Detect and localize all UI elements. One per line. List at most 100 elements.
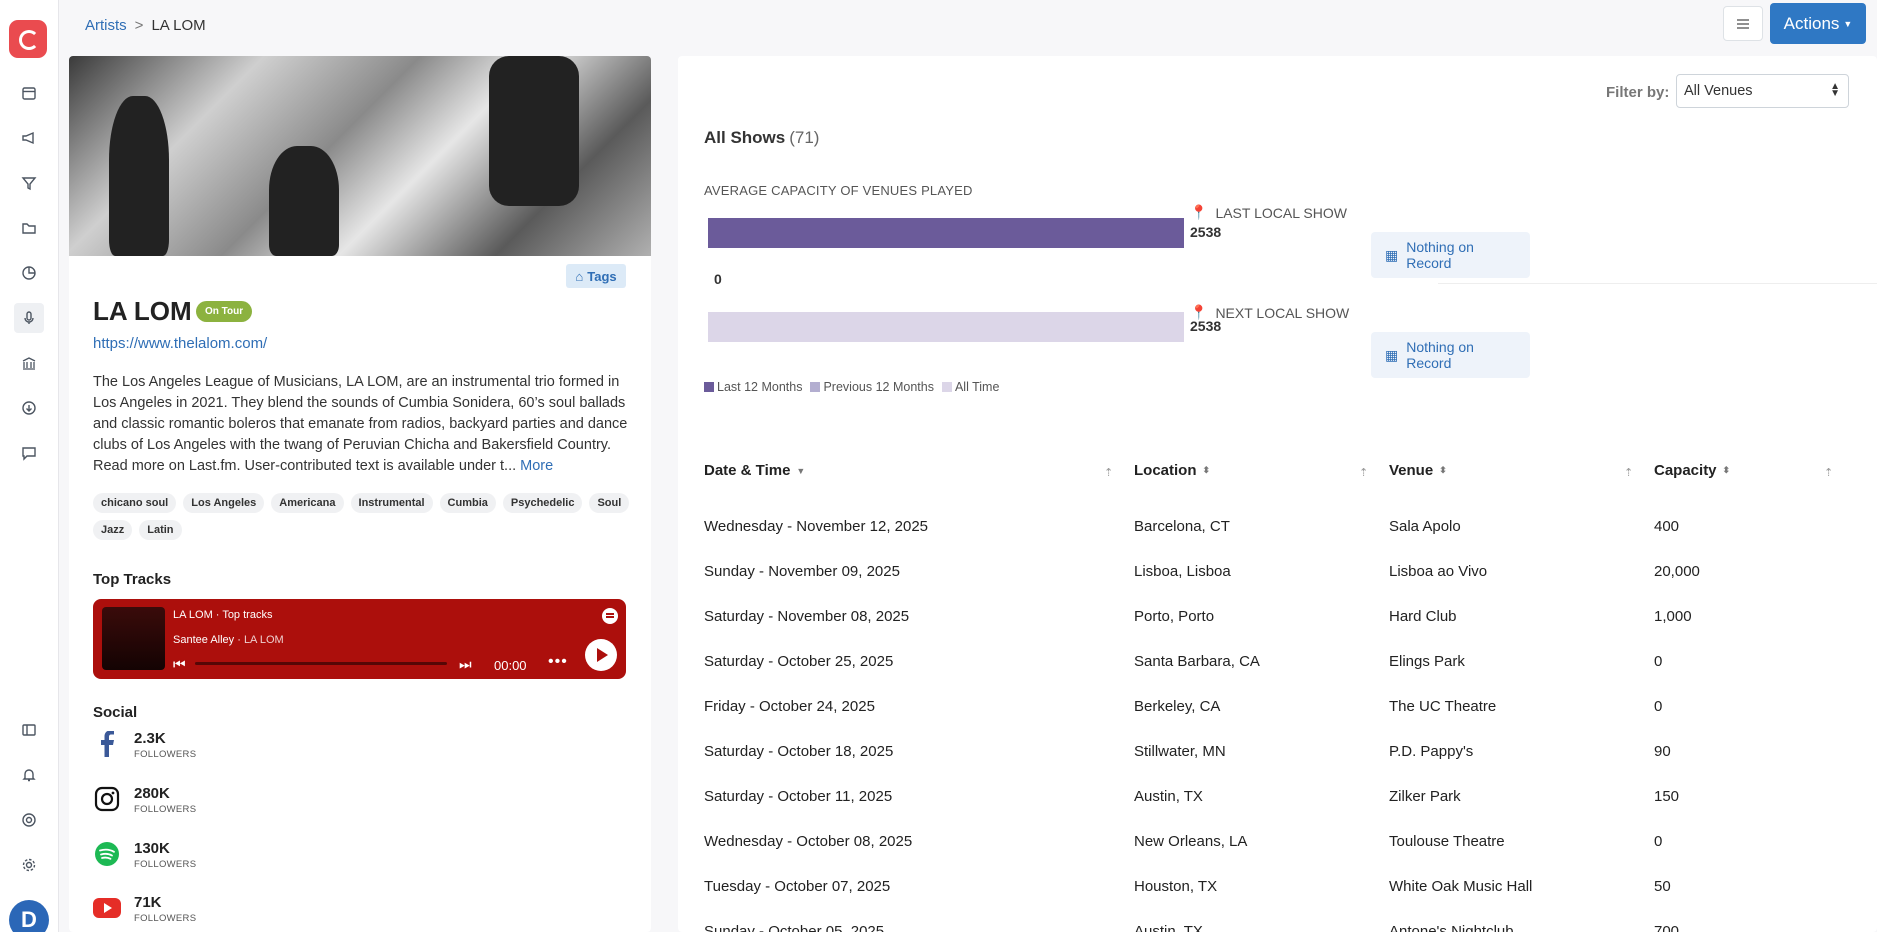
progress-bar[interactable] (195, 662, 447, 665)
venue-filter-select[interactable]: All Venues ▲ ▼ (1676, 74, 1849, 108)
select-arrows-icon: ▲ ▼ (1830, 81, 1840, 99)
megaphone-icon[interactable] (18, 127, 40, 149)
filter-icon[interactable] (18, 172, 40, 194)
calendar-icon[interactable] (18, 82, 40, 104)
more-options-icon[interactable]: ••• (548, 653, 568, 671)
genre-tag[interactable]: chicano soul (93, 493, 177, 513)
table-row[interactable]: Saturday - October 18, 2025 Stillwater, M… (704, 743, 1854, 788)
list-menu-button[interactable] (1723, 6, 1763, 41)
next-local-value[interactable]: ▦ Nothing on Record (1371, 332, 1530, 378)
column-header[interactable]: Location ⬍ (1134, 462, 1210, 479)
tags-button[interactable]: ⌂ Tags (566, 264, 626, 288)
all-shows-title: All Shows (704, 128, 786, 147)
tag-icon: ⌂ (575, 268, 584, 284)
tags-label: Tags (587, 268, 617, 284)
social-count: 130K (134, 840, 170, 857)
artist-website-link[interactable]: https://www.thelalom.com/ (93, 335, 267, 352)
table-cell: 700 (1654, 923, 1680, 932)
column-resize-icon[interactable]: ⇡ (1624, 466, 1633, 479)
artist-name: LA LOM (93, 296, 192, 326)
album-cover (102, 607, 165, 670)
breadcrumb-artists-link[interactable]: Artists (85, 17, 127, 34)
genre-tag[interactable]: Americana (271, 493, 344, 513)
pie-chart-icon[interactable] (18, 262, 40, 284)
legend-item[interactable]: All Time (941, 380, 1000, 394)
social-row[interactable]: 130K FOLLOWERS (93, 840, 196, 870)
column-resize-icon[interactable]: ⇡ (1104, 466, 1113, 479)
genre-tag[interactable]: Los Angeles (183, 493, 265, 513)
table-cell: 150 (1654, 788, 1680, 805)
play-button[interactable] (585, 639, 617, 671)
table-row[interactable]: Friday - October 24, 2025 Berkeley, CA The… (704, 698, 1854, 743)
instagram-icon (93, 785, 121, 813)
social-row[interactable]: 71K FOLLOWERS (93, 894, 196, 924)
legend-swatch (941, 382, 952, 392)
breadcrumb: Artists > LA LOM (85, 17, 206, 34)
player-header: LA LOM · Top tracks (173, 609, 273, 621)
sidebar-toggle-icon[interactable] (18, 719, 40, 741)
legend-label: All Time (954, 380, 1000, 394)
legend-item[interactable]: Previous 12 Months (810, 380, 934, 394)
genre-tag[interactable]: Instrumental (350, 493, 433, 513)
column-header[interactable]: Capacity ⬍ (1654, 462, 1730, 479)
sort-icon: ⬍ (1439, 465, 1447, 475)
chart-data-label: 0 (714, 271, 722, 287)
next-track-icon[interactable]: ⏭ (459, 656, 472, 673)
app-logo[interactable] (9, 20, 47, 58)
actions-label: Actions (1783, 13, 1840, 33)
gear-icon[interactable] (18, 854, 40, 876)
column-header-label: Date & Time (704, 462, 791, 479)
legend-label: Last 12 Months (717, 380, 803, 394)
table-cell: Wednesday - November 12, 2025 (704, 518, 929, 535)
actions-dropdown-button[interactable]: Actions ▼ (1770, 3, 1866, 44)
table-row[interactable]: Wednesday - October 08, 2025 New Orleans,… (704, 833, 1854, 878)
table-row[interactable]: Saturday - November 08, 2025 Porto, Porto… (704, 608, 1854, 653)
spotify-logo-icon[interactable] (602, 608, 618, 624)
table-cell: Porto, Porto (1134, 608, 1215, 625)
player-track[interactable]: Santee Alley (173, 634, 234, 646)
social-row[interactable]: 280K FOLLOWERS (93, 785, 196, 815)
top-tracks-title: Top Tracks (93, 571, 172, 588)
folder-icon[interactable] (18, 217, 40, 239)
chat-icon[interactable] (18, 442, 40, 464)
artist-profile-card: ⌂ Tags LA LOM On Tour https://www.thelalo… (69, 56, 651, 932)
genre-tag[interactable]: Jazz (93, 520, 133, 540)
genre-tag[interactable]: Latin (139, 520, 182, 540)
table-row[interactable]: Sunday - November 09, 2025 Lisboa, Lisboa… (704, 563, 1854, 608)
table-row[interactable]: Saturday - October 11, 2025 Austin, TX Zil… (704, 788, 1854, 833)
column-resize-icon[interactable]: ⇡ (1824, 466, 1833, 479)
genre-tag[interactable]: Psychedelic (502, 493, 583, 513)
player-artist[interactable]: LA LOM (244, 634, 284, 646)
all-shows-count: (71) (789, 128, 820, 147)
bank-icon[interactable] (18, 352, 40, 374)
social-label: FOLLOWERS (134, 859, 197, 870)
last-local-label: LAST LOCAL SHOW (1215, 204, 1347, 221)
table-row[interactable]: Tuesday - October 07, 2025 Houston, TX Whi… (704, 878, 1854, 923)
table-cell: Berkeley, CA (1134, 698, 1221, 715)
help-icon[interactable] (18, 809, 40, 831)
column-header[interactable]: Venue ⬍ (1389, 462, 1447, 479)
avg-capacity-title: AVERAGE CAPACITY OF VENUES PLAYED (704, 183, 973, 198)
hamburger-icon (1737, 18, 1749, 29)
legend-item[interactable]: Last 12 Months (704, 380, 802, 394)
last-local-text: Nothing on Record (1406, 239, 1474, 271)
genre-tag[interactable]: Soul (589, 493, 630, 513)
table-cell: Santa Barbara, CA (1134, 653, 1260, 670)
bell-icon[interactable] (18, 764, 40, 786)
column-resize-icon[interactable]: ⇡ (1359, 466, 1368, 479)
table-row[interactable]: Sunday - October 05, 2025 Austin, TX Anton… (704, 923, 1854, 932)
table-row[interactable]: Saturday - October 25, 2025 Santa Barbara… (704, 653, 1854, 698)
last-local-value[interactable]: ▦ Nothing on Record (1371, 232, 1530, 278)
sort-icon: ⬍ (1722, 465, 1731, 475)
bio-more-link[interactable]: More (520, 458, 553, 474)
user-avatar[interactable]: D (9, 900, 49, 932)
download-icon[interactable] (18, 397, 40, 419)
previous-track-icon[interactable]: ⏮ (173, 656, 186, 673)
location-pin-icon: 📍 (1190, 204, 1208, 220)
table-row[interactable]: Wednesday - November 12, 2025 Barcelona, … (704, 518, 1854, 563)
social-row[interactable]: 2.3K FOLLOWERS (93, 730, 196, 760)
genre-tag[interactable]: Cumbia (439, 493, 496, 513)
microphone-icon[interactable] (14, 303, 44, 333)
column-header[interactable]: Date & Time ▼ (704, 462, 805, 479)
social-label: FOLLOWERS (134, 804, 197, 815)
